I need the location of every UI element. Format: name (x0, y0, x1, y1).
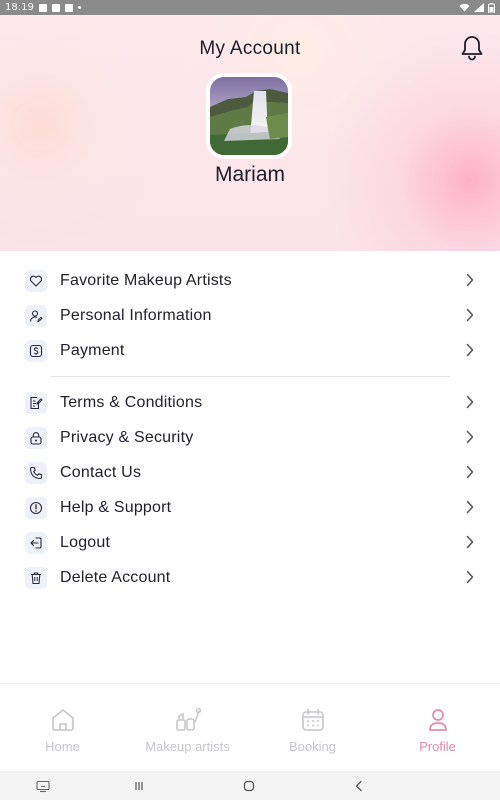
signal-icon (474, 3, 484, 12)
menu-label: Help & Support (60, 498, 172, 516)
calendar-icon (301, 708, 324, 731)
avatar-image (210, 77, 288, 155)
nav-label: Home (45, 739, 80, 754)
app-notification-icon (51, 3, 60, 12)
image-notification-icon (38, 3, 47, 12)
wifi-icon (459, 3, 470, 12)
nav-item-booking[interactable]: Booking (250, 684, 375, 771)
menu-item-help-support[interactable]: Help & Support (0, 490, 500, 525)
menu-item-favorite-makeup-artists[interactable]: Favorite Makeup Artists (0, 263, 500, 298)
menu-item-payment[interactable]: Payment (0, 333, 500, 368)
makeup-icon (175, 707, 201, 731)
bottom-nav: Home Makeup artists Booking Profile (0, 683, 500, 771)
gallery-notification-icon (64, 3, 73, 12)
clock: 18:19 (5, 2, 34, 13)
page-title: My Account (199, 38, 301, 59)
bell-icon[interactable] (460, 35, 484, 61)
keyboard-icon[interactable] (36, 779, 50, 793)
menu-label: Contact Us (60, 463, 142, 481)
status-bar: 18:19 (0, 0, 500, 15)
phone-icon (25, 461, 47, 484)
menu-item-contact-us[interactable]: Contact Us (0, 455, 500, 490)
chevron-right-icon (466, 570, 474, 584)
chevron-right-icon (466, 430, 474, 444)
nav-label: Profile (419, 739, 456, 754)
battery-icon (488, 2, 495, 13)
info-icon (25, 496, 47, 519)
nav-item-makeup-artists[interactable]: Makeup artists (125, 684, 250, 771)
user-edit-icon (25, 304, 47, 327)
dollar-icon (25, 339, 47, 362)
recent-apps-icon[interactable] (132, 779, 146, 793)
menu-group-support: Terms & Conditions Privacy & Security Co… (0, 385, 500, 595)
trash-icon (25, 566, 47, 589)
document-edit-icon (25, 391, 47, 414)
menu-label: Delete Account (60, 568, 171, 586)
chevron-right-icon (466, 343, 474, 357)
logout-icon (25, 531, 47, 554)
menu-item-privacy-security[interactable]: Privacy & Security (0, 420, 500, 455)
more-notifications-icon (77, 6, 81, 9)
nav-item-home[interactable]: Home (0, 684, 125, 771)
chevron-right-icon (466, 535, 474, 549)
menu-divider (50, 376, 450, 377)
profile-icon (428, 709, 447, 731)
menu-label: Favorite Makeup Artists (60, 271, 232, 289)
menu-item-delete-account[interactable]: Delete Account (0, 560, 500, 595)
chevron-right-icon (466, 465, 474, 479)
home-button-icon[interactable] (242, 779, 256, 793)
nav-item-profile[interactable]: Profile (375, 684, 500, 771)
menu-label: Privacy & Security (60, 428, 194, 446)
chevron-right-icon (466, 273, 474, 287)
menu-item-personal-information[interactable]: Personal Information (0, 298, 500, 333)
home-icon (51, 709, 74, 731)
menu-item-logout[interactable]: Logout (0, 525, 500, 560)
menu-label: Logout (60, 533, 111, 551)
menu-label: Personal Information (60, 306, 212, 324)
back-icon[interactable] (352, 779, 366, 793)
menu-group-account: Favorite Makeup Artists Personal Informa… (0, 263, 500, 368)
account-menu: Favorite Makeup Artists Personal Informa… (0, 263, 500, 595)
nav-label: Booking (289, 739, 336, 754)
lock-icon (25, 426, 47, 449)
user-name: Mariam (214, 163, 285, 186)
chevron-right-icon (466, 395, 474, 409)
menu-item-terms-conditions[interactable]: Terms & Conditions (0, 385, 500, 420)
chevron-right-icon (466, 500, 474, 514)
system-nav-bar (0, 771, 500, 800)
menu-label: Payment (60, 341, 125, 359)
nav-label: Makeup artists (145, 739, 230, 754)
profile-header: My Account Mariam (0, 15, 500, 251)
avatar[interactable] (206, 73, 292, 159)
chevron-right-icon (466, 308, 474, 322)
menu-label: Terms & Conditions (60, 393, 203, 411)
heart-icon (25, 269, 47, 292)
